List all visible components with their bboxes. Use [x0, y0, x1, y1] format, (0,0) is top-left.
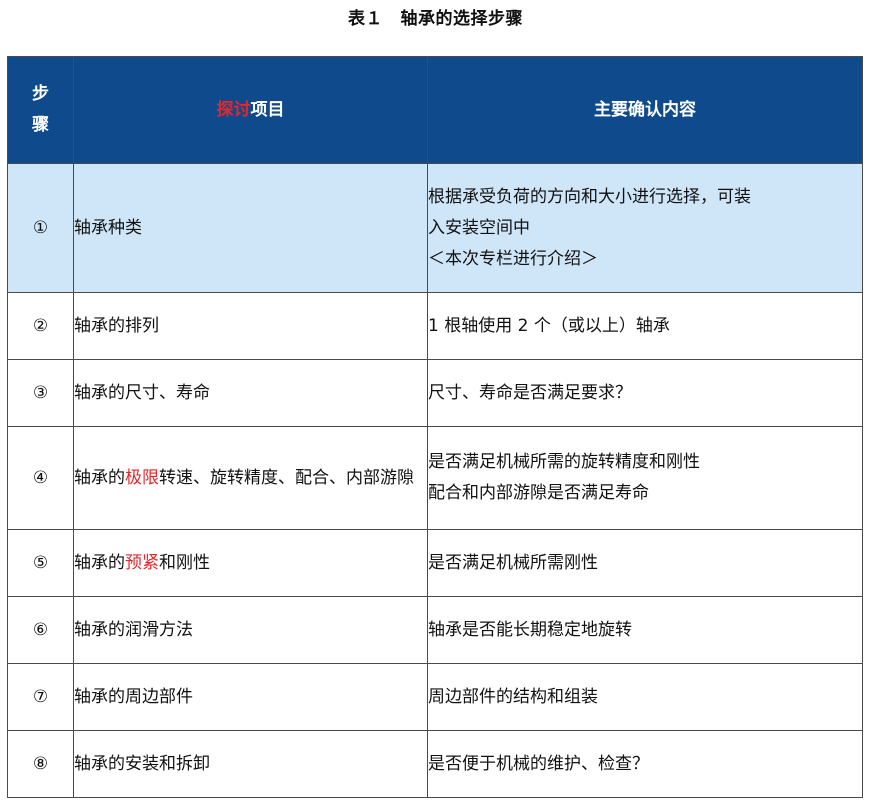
item-text: 和刚性 — [159, 552, 210, 573]
table-header-row: 步 骤 探讨项目 主要确认内容 — [7, 56, 863, 164]
item-text: 轴承的排列 — [74, 315, 159, 336]
table-row: ⑥ 轴承的润滑方法 轴承是否能长期稳定地旋转 — [7, 596, 863, 664]
content-line: 尺寸、寿命是否满足要求？ — [428, 382, 632, 403]
item-text: 转速、旋转精度、配合、内部游隙 — [159, 467, 414, 488]
content-line: 是否满足机械所需刚性 — [428, 552, 598, 573]
step-number: ① — [7, 163, 74, 293]
step-number: ⑥ — [7, 596, 74, 664]
content-line: ＜本次专栏进行介绍＞ — [428, 248, 598, 269]
table-row: ③ 轴承的尺寸、寿命 尺寸、寿命是否满足要求？ — [7, 359, 863, 427]
item-cell: 轴承的润滑方法 — [73, 596, 428, 664]
content-cell: 是否满足机械所需刚性 — [427, 529, 863, 597]
header-item-rest: 项目 — [250, 99, 285, 120]
header-content: 主要确认内容 — [427, 56, 863, 164]
item-text: 轴承种类 — [74, 217, 142, 238]
step-number: ② — [7, 292, 74, 360]
content-cell: 轴承是否能长期稳定地旋转 — [427, 596, 863, 664]
item-cell: 轴承的预紧和刚性 — [73, 529, 428, 597]
table-row: ⑤ 轴承的预紧和刚性 是否满足机械所需刚性 — [7, 529, 863, 597]
content-cell: 是否便于机械的维护、检查？ — [427, 730, 863, 798]
item-text: 轴承的周边部件 — [74, 686, 193, 707]
item-cell: 轴承的尺寸、寿命 — [73, 359, 428, 427]
item-text-red: 预紧 — [125, 552, 159, 573]
header-step: 步 骤 — [7, 56, 74, 164]
bearing-selection-table: 步 骤 探讨项目 主要确认内容 ① 轴承种类 根据承受负荷的方向和大小进行选择，… — [7, 56, 863, 798]
table-row: ① 轴承种类 根据承受负荷的方向和大小进行选择，可装 入安装空间中 ＜本次专栏进… — [7, 163, 863, 293]
table-row: ② 轴承的排列 1 根轴使用 2 个（或以上）轴承 — [7, 292, 863, 360]
content-cell: 周边部件的结构和组装 — [427, 663, 863, 731]
item-text: 轴承的安装和拆卸 — [74, 753, 210, 774]
content-cell: 是否满足机械所需的旋转精度和刚性 配合和内部游隙是否满足寿命 — [427, 426, 863, 530]
item-text-red: 极限 — [125, 467, 159, 488]
content-line: 根据承受负荷的方向和大小进行选择，可装 — [428, 186, 751, 207]
step-number: ③ — [7, 359, 74, 427]
item-text: 轴承的尺寸、寿命 — [74, 382, 210, 403]
header-item-red: 探讨 — [216, 99, 251, 120]
item-cell: 轴承的极限转速、旋转精度、配合、内部游隙 — [73, 426, 428, 530]
step-number: ⑤ — [7, 529, 74, 597]
header-step-char-2: 骤 — [32, 115, 49, 135]
item-cell: 轴承的安装和拆卸 — [73, 730, 428, 798]
header-item: 探讨项目 — [73, 56, 428, 164]
content-line: 入安装空间中 — [428, 217, 530, 238]
content-line: 轴承是否能长期稳定地旋转 — [428, 619, 632, 640]
header-step-char-1: 步 — [32, 84, 49, 104]
table-row: ⑦ 轴承的周边部件 周边部件的结构和组装 — [7, 663, 863, 731]
content-line: 是否便于机械的维护、检查？ — [428, 753, 649, 774]
content-cell: 1 根轴使用 2 个（或以上）轴承 — [427, 292, 863, 360]
item-text: 轴承的润滑方法 — [74, 619, 193, 640]
item-text: 轴承的 — [74, 467, 125, 488]
content-line: 配合和内部游隙是否满足寿命 — [428, 483, 649, 503]
content-line: 1 根轴使用 2 个（或以上）轴承 — [428, 315, 670, 336]
item-text: 轴承的 — [74, 552, 125, 573]
table-row: ⑧ 轴承的安装和拆卸 是否便于机械的维护、检查？ — [7, 730, 863, 798]
table-caption: 表１ 轴承的选择步骤 — [348, 9, 523, 29]
item-cell: 轴承种类 — [73, 163, 428, 293]
step-number: ④ — [7, 426, 74, 530]
table-row: ④ 轴承的极限转速、旋转精度、配合、内部游隙 是否满足机械所需的旋转精度和刚性 … — [7, 426, 863, 530]
content-line: 是否满足机械所需的旋转精度和刚性 — [428, 452, 700, 472]
content-cell: 尺寸、寿命是否满足要求？ — [427, 359, 863, 427]
content-cell: 根据承受负荷的方向和大小进行选择，可装 入安装空间中 ＜本次专栏进行介绍＞ — [427, 163, 863, 293]
step-number: ⑦ — [7, 663, 74, 731]
content-line: 周边部件的结构和组装 — [428, 686, 598, 707]
item-cell: 轴承的排列 — [73, 292, 428, 360]
item-cell: 轴承的周边部件 — [73, 663, 428, 731]
step-number: ⑧ — [7, 730, 74, 798]
